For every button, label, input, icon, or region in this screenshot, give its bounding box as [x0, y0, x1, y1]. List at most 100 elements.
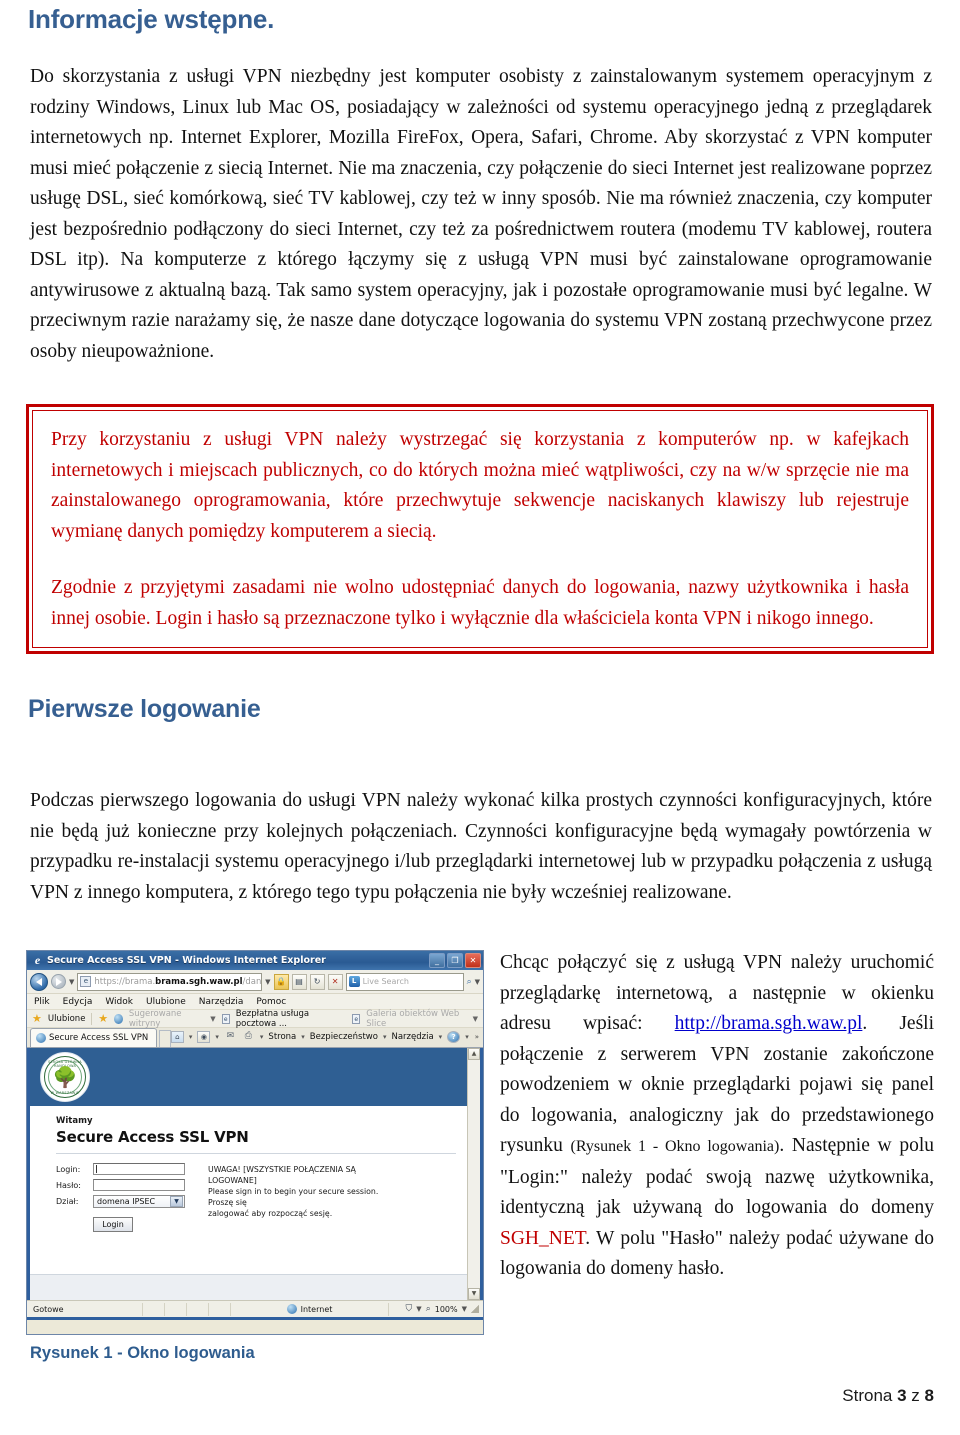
forward-arrow-icon[interactable]	[51, 974, 66, 989]
help-icon[interactable]: ?	[447, 1031, 461, 1043]
page-icon: e	[221, 1013, 230, 1024]
feeds-icon[interactable]: ◉	[197, 1031, 211, 1043]
realm-selected-value: domena IPSEC	[97, 1197, 156, 1206]
login-label: Login:	[56, 1164, 81, 1174]
address-input[interactable]: e https://brama.brama.sgh.waw.pl/dana-na…	[77, 972, 263, 991]
intro-paragraph: Do skorzystania z usługi VPN niezbędny j…	[30, 66, 932, 362]
stop-icon[interactable]: ✕	[327, 973, 343, 990]
refresh-icon[interactable]: ↻	[309, 973, 325, 990]
browser-address-bar: ▼ e https://brama.brama.sgh.waw.pl/dana-…	[27, 970, 483, 994]
realm-select[interactable]: domena IPSEC ▼	[93, 1195, 185, 1208]
chevron-down-icon[interactable]: ▾	[215, 1033, 219, 1041]
browser-command-bar: ⌂ ▾ ◉ ▾ ✉ ⎙ ▾ Strona ▾ Bezpieczeństwo ▾ …	[170, 1028, 483, 1047]
warning-paragraph-2: Zgodnie z przyjętymi zasadami nie wolno …	[51, 577, 909, 629]
figure-caption: Rysunek 1 - Okno logowania	[30, 1344, 255, 1362]
status-cell	[142, 1302, 164, 1316]
compatibility-view-icon[interactable]: ▤	[291, 973, 307, 990]
minimize-button[interactable]: _	[429, 953, 445, 968]
overflow-icon[interactable]: »	[475, 1033, 479, 1041]
menu-item-view[interactable]: Widok	[105, 997, 133, 1007]
menu-item-help[interactable]: Pomoc	[256, 997, 286, 1007]
status-zoom[interactable]: ⛉ ▼ ⌕ 100% ▼	[388, 1302, 483, 1316]
add-to-favorites-icon[interactable]: ★	[98, 1013, 108, 1024]
chevron-down-icon[interactable]: ▼	[462, 1305, 467, 1313]
ie-tab-icon	[114, 1013, 123, 1024]
new-tab-button[interactable]	[159, 1030, 171, 1047]
magnifier-icon[interactable]: ⌕	[467, 977, 472, 987]
resize-grip[interactable]	[471, 1305, 479, 1313]
login-submit-button[interactable]: Login	[93, 1217, 133, 1232]
search-caret-icon[interactable]: ▼	[475, 978, 480, 986]
chevron-down-icon[interactable]: ▼	[473, 1015, 478, 1023]
login-form-wrap: Login: Hasło: Dział: domena IPSEC ▼ Logi…	[56, 1163, 467, 1232]
padlock-icon[interactable]: 🔒	[273, 973, 289, 990]
url-scheme: https://	[94, 976, 125, 987]
chevron-down-icon[interactable]: ▾	[439, 1033, 443, 1041]
divider	[91, 1012, 93, 1025]
chevron-down-icon[interactable]: ▾	[189, 1033, 193, 1041]
status-zone[interactable]: Internet	[230, 1302, 388, 1316]
chevron-down-icon[interactable]: ▾	[260, 1033, 264, 1041]
maximize-button[interactable]: ❐	[447, 953, 463, 968]
star-icon: ★	[32, 1012, 42, 1025]
tab-secure-access-ssl-vpn[interactable]: Secure Access SSL VPN	[30, 1028, 158, 1047]
login-input[interactable]	[93, 1163, 185, 1175]
home-icon[interactable]: ⌂	[170, 1031, 184, 1043]
page-icon: e	[352, 1013, 361, 1024]
magnifier-icon: ⌕	[425, 1304, 431, 1314]
vpn-portal-link[interactable]: http://brama.sgh.waw.pl	[675, 1013, 863, 1034]
browser-viewport: SZKOŁA GŁÓWNA HANDLOWA 🌳 W WARSZAWIE Wit…	[27, 1048, 483, 1300]
status-cell	[164, 1302, 186, 1316]
menu-item-file[interactable]: Plik	[34, 997, 50, 1007]
first-login-paragraph: Podczas pierwszego logowania do usługi V…	[30, 790, 932, 903]
chevron-down-icon[interactable]: ▾	[383, 1033, 387, 1041]
suggested-sites-label[interactable]: Sugerowane witryny	[129, 1009, 204, 1029]
chevron-down-icon[interactable]: ▾	[301, 1033, 305, 1041]
login-form: Login: Hasło: Dział: domena IPSEC ▼ Logi…	[56, 1163, 186, 1232]
status-cell	[186, 1302, 208, 1316]
status-cell	[208, 1302, 230, 1316]
seal-emblem-icon: 🌳	[52, 1065, 78, 1089]
window-controls[interactable]: _ ❐ ✕	[429, 953, 481, 968]
command-safety-menu[interactable]: Bezpieczeństwo	[310, 1032, 378, 1042]
address-bar-tools: 🔒 ▤ ↻ ✕	[273, 973, 343, 990]
page-icon: e	[80, 976, 92, 987]
chevron-down-icon[interactable]: ▼	[416, 1305, 421, 1313]
chevron-down-icon[interactable]: ▼	[210, 1015, 215, 1023]
chevron-down-icon[interactable]: ▼	[265, 978, 270, 986]
printer-icon[interactable]: ⎙	[242, 1031, 255, 1043]
password-input[interactable]	[93, 1179, 185, 1191]
menu-item-edit[interactable]: Edycja	[63, 997, 93, 1007]
scroll-up-arrow-icon[interactable]: ▲	[468, 1048, 480, 1060]
menu-item-tools[interactable]: Narzędzia	[199, 997, 244, 1007]
domain-highlight: SGH_NET	[500, 1227, 586, 1249]
favorite-item-1[interactable]: Bezpłatna usługa pocztowa ...	[236, 1009, 346, 1029]
url-host: brama.sgh.waw.pl	[155, 976, 243, 987]
scroll-down-arrow-icon[interactable]: ▼	[468, 1288, 480, 1300]
vertical-scrollbar[interactable]: ▲ ▼	[467, 1048, 480, 1300]
command-page-menu[interactable]: Strona	[268, 1032, 296, 1042]
sgh-seal-logo: SZKOŁA GŁÓWNA HANDLOWA 🌳 W WARSZAWIE	[40, 1052, 90, 1102]
close-icon[interactable]: ✕	[465, 953, 481, 968]
search-input[interactable]: L Live Search	[345, 972, 464, 991]
favorites-label[interactable]: Ulubione	[48, 1014, 86, 1024]
notice-line-3: zalogować aby rozpocząć sesję.	[208, 1209, 333, 1218]
chevron-down-icon[interactable]: ▾	[465, 1033, 469, 1041]
favorite-item-2[interactable]: Galeria obiektów Web Slice	[366, 1009, 466, 1029]
page-heading: Secure Access SSL VPN	[56, 1128, 249, 1146]
history-caret-icon[interactable]: ▼	[69, 978, 74, 986]
url-dim-prefix: brama.	[124, 976, 156, 987]
document-page: Informacje wstępne. Do skorzystania z us…	[0, 0, 960, 1435]
figure-reference: (Rysunek 1 - Okno logowania)	[570, 1138, 780, 1155]
chevron-down-icon[interactable]: ▼	[170, 1196, 183, 1207]
status-state: Gotowe	[33, 1304, 64, 1314]
back-arrow-icon[interactable]	[30, 972, 48, 991]
page-title-intro: Informacje wstępne.	[28, 4, 275, 34]
menu-item-favorites[interactable]: Ulubione	[146, 997, 186, 1007]
command-tools-menu[interactable]: Narzędzia	[391, 1032, 433, 1042]
divider	[56, 1153, 456, 1154]
vpn-login-page: SZKOŁA GŁÓWNA HANDLOWA 🌳 W WARSZAWIE Wit…	[30, 1048, 467, 1300]
url-path: /dana-na/au	[242, 976, 262, 987]
mail-icon[interactable]: ✉	[224, 1031, 237, 1043]
window-bottom-border	[27, 1317, 483, 1320]
